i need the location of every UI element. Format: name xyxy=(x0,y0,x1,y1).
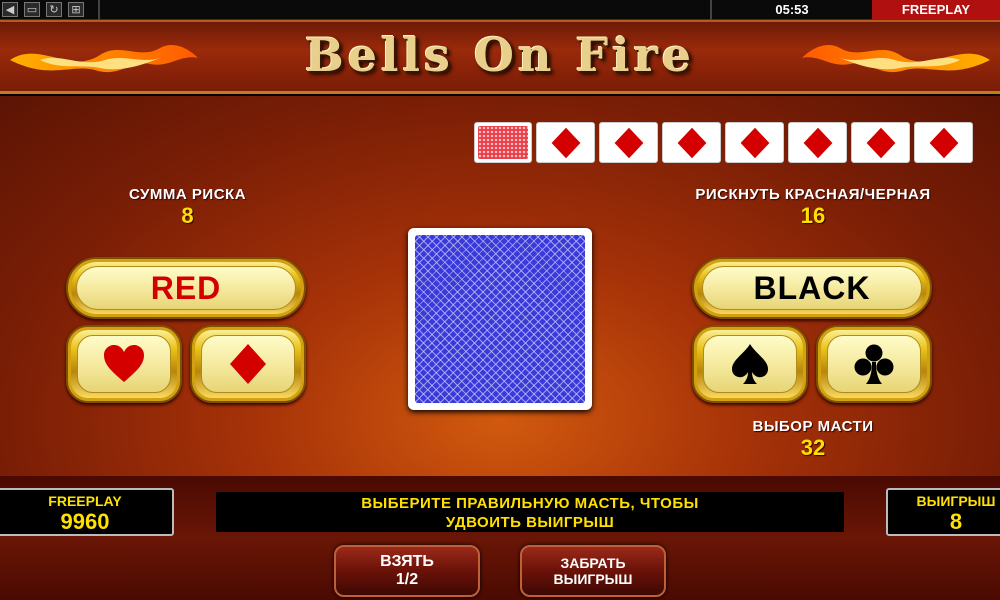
red-button[interactable]: RED xyxy=(66,257,306,319)
diamonds-button[interactable] xyxy=(190,325,306,403)
title-band: Bells On Fire xyxy=(0,20,1000,94)
diamond-icon xyxy=(230,344,266,384)
credit-value: 9960 xyxy=(60,509,110,534)
spade-icon xyxy=(732,344,768,384)
color-risk-value: 16 xyxy=(800,203,826,228)
red-button-label: RED xyxy=(76,266,296,310)
diamond-icon xyxy=(866,127,895,158)
club-icon xyxy=(854,344,894,384)
clock: 05:53 xyxy=(775,2,809,17)
card-history xyxy=(474,122,973,163)
sound-icon[interactable]: ◀ xyxy=(2,2,18,17)
divider xyxy=(98,0,100,20)
collect-win-label-1: ЗАБРАТЬ xyxy=(560,555,626,571)
mode-indicator: FREEPLAY xyxy=(872,0,1000,20)
refresh-icon[interactable]: ↻ xyxy=(46,2,62,17)
suit-risk-label: ВЫБОР МАСТИ xyxy=(752,418,874,435)
flame-decoration-right xyxy=(802,45,990,73)
diamond-icon xyxy=(803,127,832,158)
history-card-diamond xyxy=(914,122,973,163)
gamble-card-back xyxy=(408,228,592,410)
hearts-button[interactable] xyxy=(66,325,182,403)
history-card-diamond xyxy=(536,122,595,163)
win-display: ВЫИГРЫШ 8 xyxy=(886,488,1000,536)
credit-display: FREEPLAY 9960 xyxy=(0,488,174,536)
diamond-icon xyxy=(929,127,958,158)
history-card-back xyxy=(474,122,532,163)
black-button[interactable]: BLACK xyxy=(692,257,932,319)
expand-icon[interactable]: ⊞ xyxy=(68,2,84,17)
black-button-label: BLACK xyxy=(702,266,922,310)
win-label: ВЫИГРЫШ xyxy=(916,493,996,509)
instruction-message: ВЫБЕРИТЕ ПРАВИЛЬНУЮ МАСТЬ, ЧТОБЫ УДВОИТЬ… xyxy=(216,492,844,532)
take-half-button[interactable]: ВЗЯТЬ 1/2 xyxy=(334,545,480,597)
history-card-diamond xyxy=(788,122,847,163)
diamond-icon xyxy=(677,127,706,158)
flame-decoration-left xyxy=(10,45,198,73)
win-value: 8 xyxy=(949,509,963,534)
history-card-diamond xyxy=(662,122,721,163)
diamond-icon xyxy=(740,127,769,158)
clubs-button[interactable] xyxy=(816,325,932,403)
color-risk-label: РИСКНУТЬ КРАСНАЯ/ЧЕРНАЯ xyxy=(695,186,931,203)
history-card-diamond xyxy=(851,122,910,163)
spades-button[interactable] xyxy=(692,325,808,403)
history-card-diamond xyxy=(725,122,784,163)
credit-label: FREEPLAY xyxy=(48,493,122,509)
message-line-2: УДВОИТЬ ВЫИГРЫШ xyxy=(445,514,615,531)
diamond-icon xyxy=(614,127,643,158)
stake-value: 8 xyxy=(181,203,194,228)
heart-icon xyxy=(104,345,144,382)
history-card-diamond xyxy=(599,122,658,163)
game-title: Bells On Fire xyxy=(304,28,696,82)
diamond-icon xyxy=(551,127,580,158)
collect-win-button[interactable]: ЗАБРАТЬ ВЫИГРЫШ xyxy=(520,545,666,597)
collect-win-label-2: ВЫИГРЫШ xyxy=(553,571,633,587)
suit-risk-value: 32 xyxy=(800,435,826,460)
message-line-1: ВЫБЕРИТЕ ПРАВИЛЬНУЮ МАСТЬ, ЧТОБЫ xyxy=(361,495,699,512)
take-half-fraction: 1/2 xyxy=(395,571,419,588)
take-half-label: ВЗЯТЬ xyxy=(380,553,434,570)
window-icon[interactable]: ▭ xyxy=(24,2,40,17)
system-bar: ◀ ▭ ↻ ⊞ 05:53 FREEPLAY xyxy=(0,0,1000,20)
stake-label: СУММА РИСКА xyxy=(128,186,247,203)
